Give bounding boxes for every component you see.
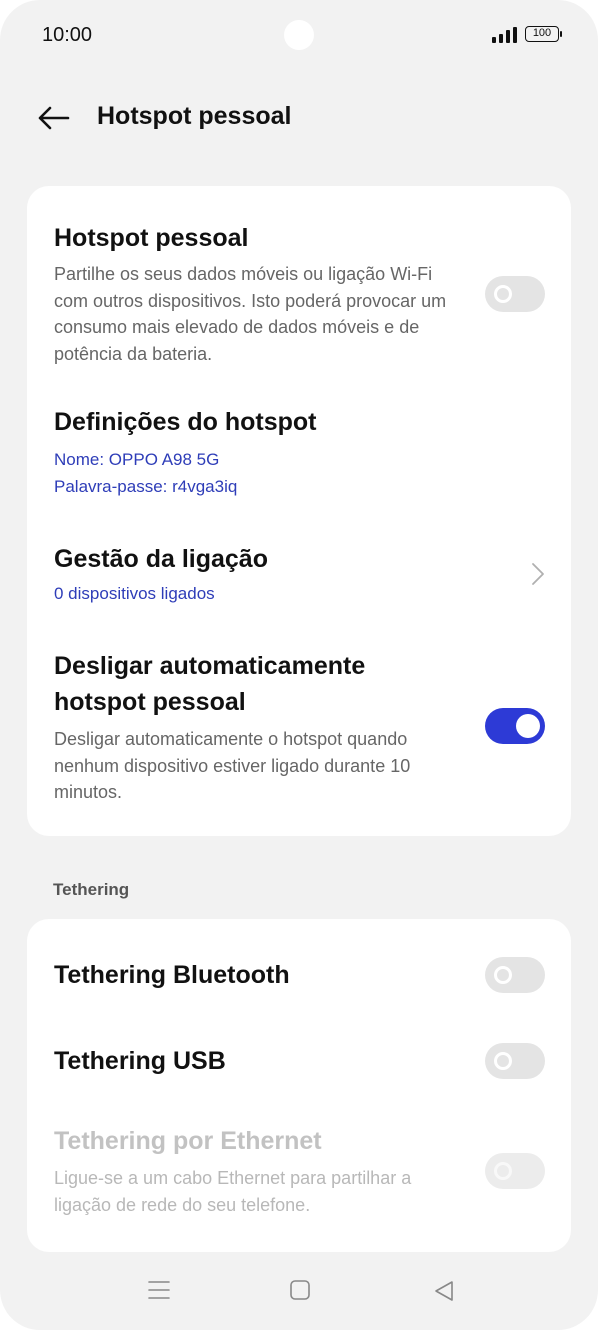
status-time: 10:00 [42,24,93,46]
ethernet-tethering-row: Tethering por Ethernet Ligue-se a um cab… [27,1115,571,1227]
connection-management-row[interactable]: Gestão da ligação 0 dispositivos ligados [27,534,571,614]
personal-hotspot-title: Hotspot pessoal [54,224,249,252]
toggle-knob [516,714,540,738]
arrow-left-icon[interactable] [36,103,70,133]
toggle-knob [494,966,512,984]
ethernet-tethering-toggle [485,1153,545,1189]
personal-hotspot-description: Partilhe os seus dados móveis ou ligação… [54,264,447,364]
usb-tethering-toggle[interactable] [485,1043,545,1079]
personal-hotspot-toggle[interactable] [485,276,545,312]
battery-icon: 100 [525,26,562,42]
toggle-knob [494,1052,512,1070]
ethernet-tethering-description: Ligue-se a um cabo Ethernet para partilh… [54,1168,412,1215]
toggle-knob [494,285,512,303]
usb-tethering-title: Tethering USB [54,1047,226,1075]
tethering-section-label: Tethering [53,880,130,899]
hotspot-password: Palavra-passe: r4vga3iq [54,477,238,496]
bluetooth-tethering-toggle[interactable] [485,957,545,993]
usb-tethering-row[interactable]: Tethering USB [27,1025,571,1097]
bluetooth-tethering-title: Tethering Bluetooth [54,961,290,989]
bluetooth-tethering-row[interactable]: Tethering Bluetooth [27,939,571,1011]
auto-off-description: Desligar automaticamente o hotspot quand… [54,729,411,802]
hotspot-settings-title: Definições do hotspot [54,408,317,436]
page-title: Hotspot pessoal [97,102,292,130]
ethernet-tethering-title: Tethering por Ethernet [54,1127,322,1155]
hotspot-name: Nome: OPPO A98 5G [54,450,220,469]
personal-hotspot-row[interactable]: Hotspot pessoal Partilhe os seus dados m… [27,210,571,380]
auto-off-title-line2: hotspot pessoal [54,688,246,716]
phone-screen: 10:00 100 Hotspot pessoal Hotspot pessoa… [0,0,598,1330]
signal-icon [492,27,517,43]
hotspot-settings-row[interactable]: Definições do hotspot Nome: OPPO A98 5G … [27,400,571,508]
back-triangle-icon[interactable] [434,1280,454,1302]
menu-icon[interactable] [148,1280,170,1300]
auto-off-title-line1: Desligar automaticamente [54,652,366,680]
hotspot-settings-card: Hotspot pessoal Partilhe os seus dados m… [27,186,571,836]
chevron-right-icon [532,563,544,585]
tethering-card: Tethering Bluetooth Tethering USB Tether… [27,919,571,1252]
auto-off-toggle[interactable] [485,708,545,744]
auto-off-row[interactable]: Desligar automaticamente hotspot pessoal… [27,646,571,806]
front-camera [284,20,314,50]
connection-management-title: Gestão da ligação [54,545,268,573]
home-icon[interactable] [290,1280,310,1300]
toggle-knob [494,1162,512,1180]
connected-devices-count: 0 dispositivos ligados [54,584,215,603]
